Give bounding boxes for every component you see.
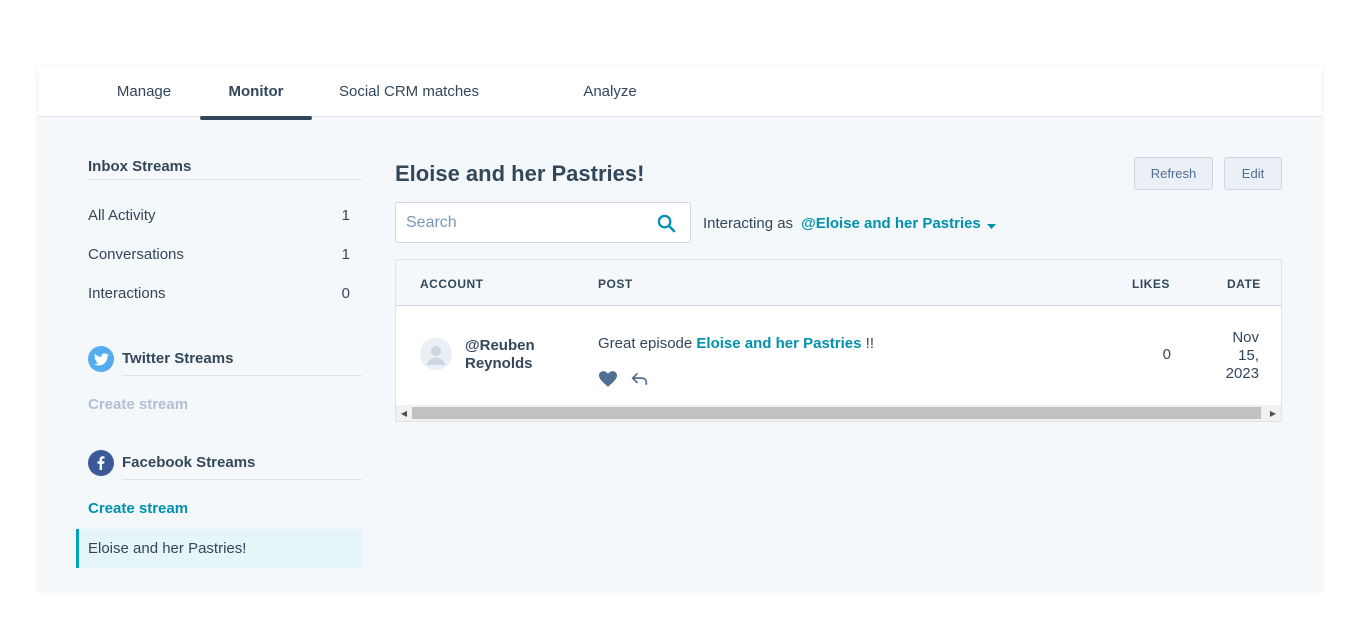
sidebar-item-all-activity[interactable]: All Activity 1	[88, 207, 350, 224]
refresh-button[interactable]: Refresh	[1134, 157, 1213, 190]
facebook-streams-title: Facebook Streams	[122, 454, 256, 471]
scroll-right-arrow-icon[interactable]: ▶	[1265, 405, 1281, 421]
date-line: 2023	[1225, 365, 1259, 382]
post-text-suffix: !!	[861, 335, 874, 352]
tab-bar: Manage Monitor Social CRM matches Analyz…	[38, 66, 1322, 120]
tab-analyze[interactable]: Analyze	[578, 66, 642, 117]
column-header-likes[interactable]: LIKES	[1132, 277, 1170, 291]
column-header-date[interactable]: DATE	[1227, 277, 1261, 291]
post-text-prefix: Great episode	[598, 335, 697, 352]
avatar[interactable]	[420, 338, 452, 370]
column-header-post[interactable]: POST	[598, 277, 633, 291]
sidebar-item-count: 1	[341, 207, 350, 224]
tab-monitor[interactable]: Monitor	[200, 66, 312, 120]
page-title: Eloise and her Pastries!	[395, 161, 645, 186]
likes-count: 0	[1162, 346, 1171, 363]
column-header-account[interactable]: ACCOUNT	[420, 277, 484, 291]
divider	[88, 179, 362, 180]
caret-down-icon	[986, 216, 996, 233]
tab-social-crm-matches[interactable]: Social CRM matches	[334, 66, 484, 117]
scrollbar-thumb[interactable]	[412, 407, 1261, 419]
search-input[interactable]	[406, 212, 646, 234]
account-name-line: Reynolds	[465, 355, 533, 372]
interacting-as: Interacting as @Eloise and her Pastries	[703, 214, 996, 233]
interacting-account-name: @Eloise and her Pastries	[801, 215, 981, 232]
inbox-streams-title: Inbox Streams	[88, 158, 192, 175]
search-icon[interactable]	[657, 214, 676, 238]
post-text: Great episode Eloise and her Pastries !!	[598, 335, 874, 352]
sidebar-item-label: Conversations	[88, 246, 184, 263]
scroll-left-arrow-icon[interactable]: ◀	[396, 405, 412, 421]
social-monitor-panel: Manage Monitor Social CRM matches Analyz…	[38, 66, 1322, 590]
stream-table: ACCOUNT POST LIKES DATE @Reuben Reynolds…	[395, 259, 1282, 422]
sidebar-item-count: 1	[341, 246, 350, 263]
divider	[122, 375, 362, 376]
interacting-account-dropdown[interactable]: @Eloise and her Pastries	[801, 214, 996, 233]
interacting-as-label: Interacting as	[703, 215, 794, 232]
account-name-line: @Reuben	[465, 337, 535, 354]
edit-button[interactable]: Edit	[1224, 157, 1282, 190]
horizontal-scrollbar[interactable]: ◀ ▶	[396, 405, 1281, 421]
twitter-icon	[88, 346, 114, 372]
facebook-icon	[88, 450, 114, 476]
sidebar-item-interactions[interactable]: Interactions 0	[88, 285, 350, 302]
twitter-streams-title: Twitter Streams	[122, 350, 234, 367]
post-date: Nov 15, 2023	[1216, 329, 1259, 383]
reply-icon[interactable]	[631, 372, 648, 391]
tab-manage[interactable]: Manage	[110, 66, 178, 117]
post-mention-link[interactable]: Eloise and her Pastries	[696, 335, 861, 352]
sidebar-item-label: Interactions	[88, 285, 166, 302]
account-name[interactable]: @Reuben Reynolds	[465, 337, 565, 373]
sidebar-item-label: All Activity	[88, 207, 156, 224]
stream-item-eloise-pastries[interactable]: Eloise and her Pastries!	[76, 529, 362, 568]
sidebar-item-conversations[interactable]: Conversations 1	[88, 246, 350, 263]
search-box	[395, 202, 691, 243]
sidebar-item-count: 0	[341, 285, 350, 302]
heart-icon[interactable]	[599, 371, 617, 392]
facebook-create-stream-link[interactable]: Create stream	[88, 500, 188, 517]
twitter-create-stream-link[interactable]: Create stream	[88, 396, 188, 413]
date-line: 15,	[1238, 347, 1259, 364]
divider	[122, 479, 362, 480]
date-line: Nov	[1232, 329, 1259, 346]
table-header: ACCOUNT POST LIKES DATE	[396, 260, 1281, 306]
